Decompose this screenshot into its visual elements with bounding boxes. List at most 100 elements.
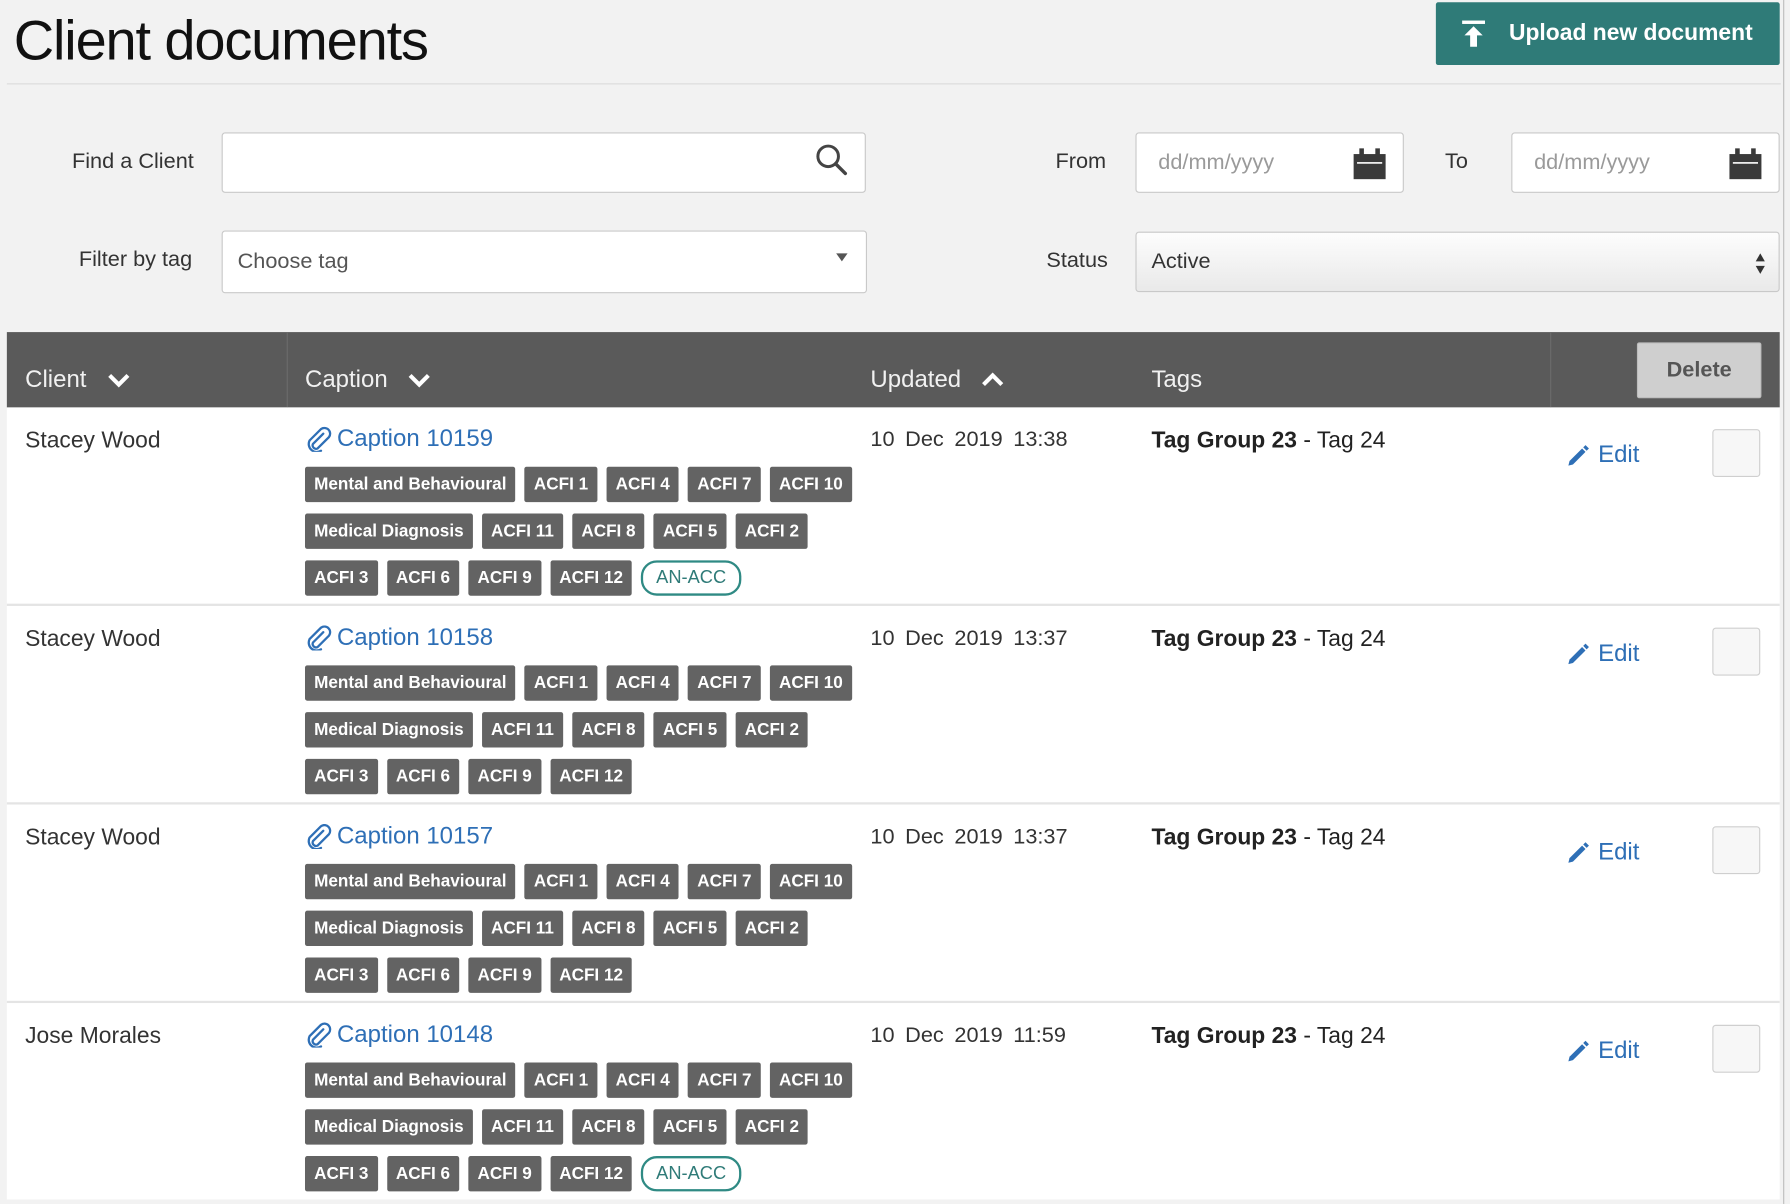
tag-select-placeholder: Choose tag — [237, 249, 349, 274]
find-client-input[interactable] — [222, 150, 865, 176]
caption-column-label: Caption — [304, 366, 388, 393]
document-tag: ACFI 11 — [481, 712, 564, 748]
table-header: Client Caption Updated Tags Delete — [6, 332, 1780, 408]
pencil-icon — [1568, 841, 1589, 863]
tag-group-name: Tag Group 23 — [1151, 626, 1297, 652]
document-tag: ACFI 11 — [481, 513, 564, 549]
document-tag: ACFI 5 — [653, 513, 727, 549]
row-select-checkbox[interactable] — [1712, 429, 1761, 478]
paperclip-icon — [307, 625, 332, 651]
edit-label: Edit — [1598, 838, 1640, 866]
document-tag: ACFI 12 — [550, 1156, 633, 1192]
upload-icon — [1462, 19, 1485, 47]
pencil-icon — [1568, 444, 1589, 466]
tag-select[interactable]: Choose tag — [221, 230, 868, 294]
tags-column-header: Tags — [1151, 366, 1202, 393]
updated-timestamp: 10 Dec 2019 13:37 — [870, 825, 1068, 850]
caption-link[interactable]: Caption 10148 — [305, 1021, 493, 1048]
caption-link[interactable]: Caption 10157 — [305, 823, 493, 850]
document-tag: Mental and Behavioural — [304, 1062, 516, 1098]
document-tag: ACFI 1 — [524, 863, 598, 900]
pencil-icon — [1568, 643, 1589, 664]
select-arrows-icon — [1755, 253, 1765, 274]
tag-group-name: Tag Group 23 — [1151, 1023, 1297, 1049]
tag-group-name: Tag Group 23 — [1151, 825, 1297, 851]
document-tag: ACFI 2 — [735, 513, 809, 549]
edit-link[interactable]: Edit — [1566, 442, 1639, 469]
column-divider — [1550, 332, 1552, 408]
document-tag: ACFI 10 — [769, 1062, 852, 1098]
row-select-checkbox[interactable] — [1712, 627, 1761, 676]
chevron-up-icon — [982, 372, 1004, 387]
document-tag: ACFI 10 — [769, 665, 852, 701]
updated-timestamp: 10 Dec 2019 13:37 — [870, 626, 1068, 651]
tag-list: Mental and Behavioural ACFI 1 ACFI 4 ACFI 7… — [304, 466, 853, 596]
tag-group-name: Tag Group 23 — [1151, 427, 1297, 454]
edit-label: Edit — [1598, 441, 1640, 468]
client-name: Stacey Wood — [25, 825, 161, 851]
from-date-field — [1135, 132, 1404, 193]
caret-down-icon — [836, 253, 848, 262]
document-tag: ACFI 7 — [688, 466, 761, 503]
caption-text: Caption 10148 — [336, 1021, 494, 1048]
document-tag: ACFI 3 — [304, 1156, 378, 1192]
tag-name: - Tag 24 — [1296, 825, 1386, 851]
document-tag: ACFI 1 — [524, 466, 598, 503]
paperclip-icon — [307, 1022, 332, 1048]
row-select-checkbox[interactable] — [1712, 826, 1761, 875]
caption-text: Caption 10157 — [336, 822, 494, 850]
tag-list: Mental and Behavioural ACFI 1 ACFI 4 ACFI 7… — [304, 1062, 853, 1192]
updated-column-header[interactable]: Updated — [870, 366, 1004, 393]
document-tag: ACFI 4 — [606, 1062, 679, 1098]
column-divider — [286, 332, 288, 408]
caption-column-header[interactable]: Caption — [305, 366, 431, 393]
document-tag: ACFI 11 — [481, 1109, 564, 1145]
caption-text: Caption 10158 — [336, 624, 494, 651]
to-label: To — [1445, 149, 1468, 174]
tag-name: - Tag 24 — [1296, 427, 1386, 454]
document-tag: ACFI 8 — [572, 1109, 645, 1145]
tag-name: - Tag 24 — [1296, 1023, 1386, 1049]
document-tag: ACFI 8 — [572, 513, 645, 549]
chevron-down-icon — [409, 374, 431, 388]
status-label: Status — [1046, 248, 1108, 273]
document-tag: ACFI 3 — [304, 758, 378, 795]
calendar-icon[interactable] — [1352, 146, 1386, 180]
edit-link[interactable]: Edit — [1566, 640, 1639, 667]
row-select-checkbox[interactable] — [1712, 1024, 1761, 1073]
from-label: From — [1055, 149, 1107, 174]
document-tag: Mental and Behavioural — [304, 466, 516, 503]
document-tag: Mental and Behavioural — [304, 863, 516, 900]
tag-group: Tag Group 23 - Tag 24 — [1151, 428, 1385, 454]
search-icon[interactable] — [814, 143, 848, 177]
document-tag: ACFI 11 — [481, 910, 564, 947]
caption-link[interactable]: Caption 10158 — [305, 624, 493, 651]
client-column-header[interactable]: Client — [25, 366, 130, 393]
table-row: Stacey Wood Caption 10158 Mental and Beh… — [6, 605, 1780, 805]
status-select[interactable]: Active — [1135, 231, 1780, 293]
table-row: Stacey Wood Caption 10157 Mental and Beh… — [6, 804, 1780, 1004]
upload-new-document-button[interactable]: Upload new document — [1435, 2, 1780, 66]
document-tag: ACFI 4 — [606, 863, 679, 900]
delete-button[interactable]: Delete — [1636, 342, 1762, 399]
find-client-field — [221, 132, 866, 193]
edit-link[interactable]: Edit — [1566, 839, 1639, 866]
caption-link[interactable]: Caption 10159 — [305, 426, 493, 453]
document-tag: ACFI 6 — [386, 560, 460, 596]
tag-name: - Tag 24 — [1296, 626, 1386, 652]
paperclip-icon — [307, 823, 332, 850]
document-tag: ACFI 7 — [688, 1062, 761, 1098]
edit-link[interactable]: Edit — [1566, 1037, 1639, 1064]
document-tag: ACFI 10 — [769, 863, 852, 900]
document-tag: Medical Diagnosis — [304, 513, 473, 549]
edit-label: Edit — [1598, 1037, 1640, 1064]
calendar-icon[interactable] — [1728, 146, 1762, 180]
updated-column-label: Updated — [870, 366, 962, 393]
document-tag: Medical Diagnosis — [304, 1109, 473, 1145]
paperclip-icon — [307, 426, 332, 452]
an-acc-tag: AN-ACC — [641, 560, 742, 596]
client-name: Stacey Wood — [25, 626, 161, 652]
document-tag: ACFI 6 — [386, 957, 460, 993]
document-tag: Mental and Behavioural — [304, 665, 516, 701]
document-tag: ACFI 5 — [653, 1109, 727, 1145]
